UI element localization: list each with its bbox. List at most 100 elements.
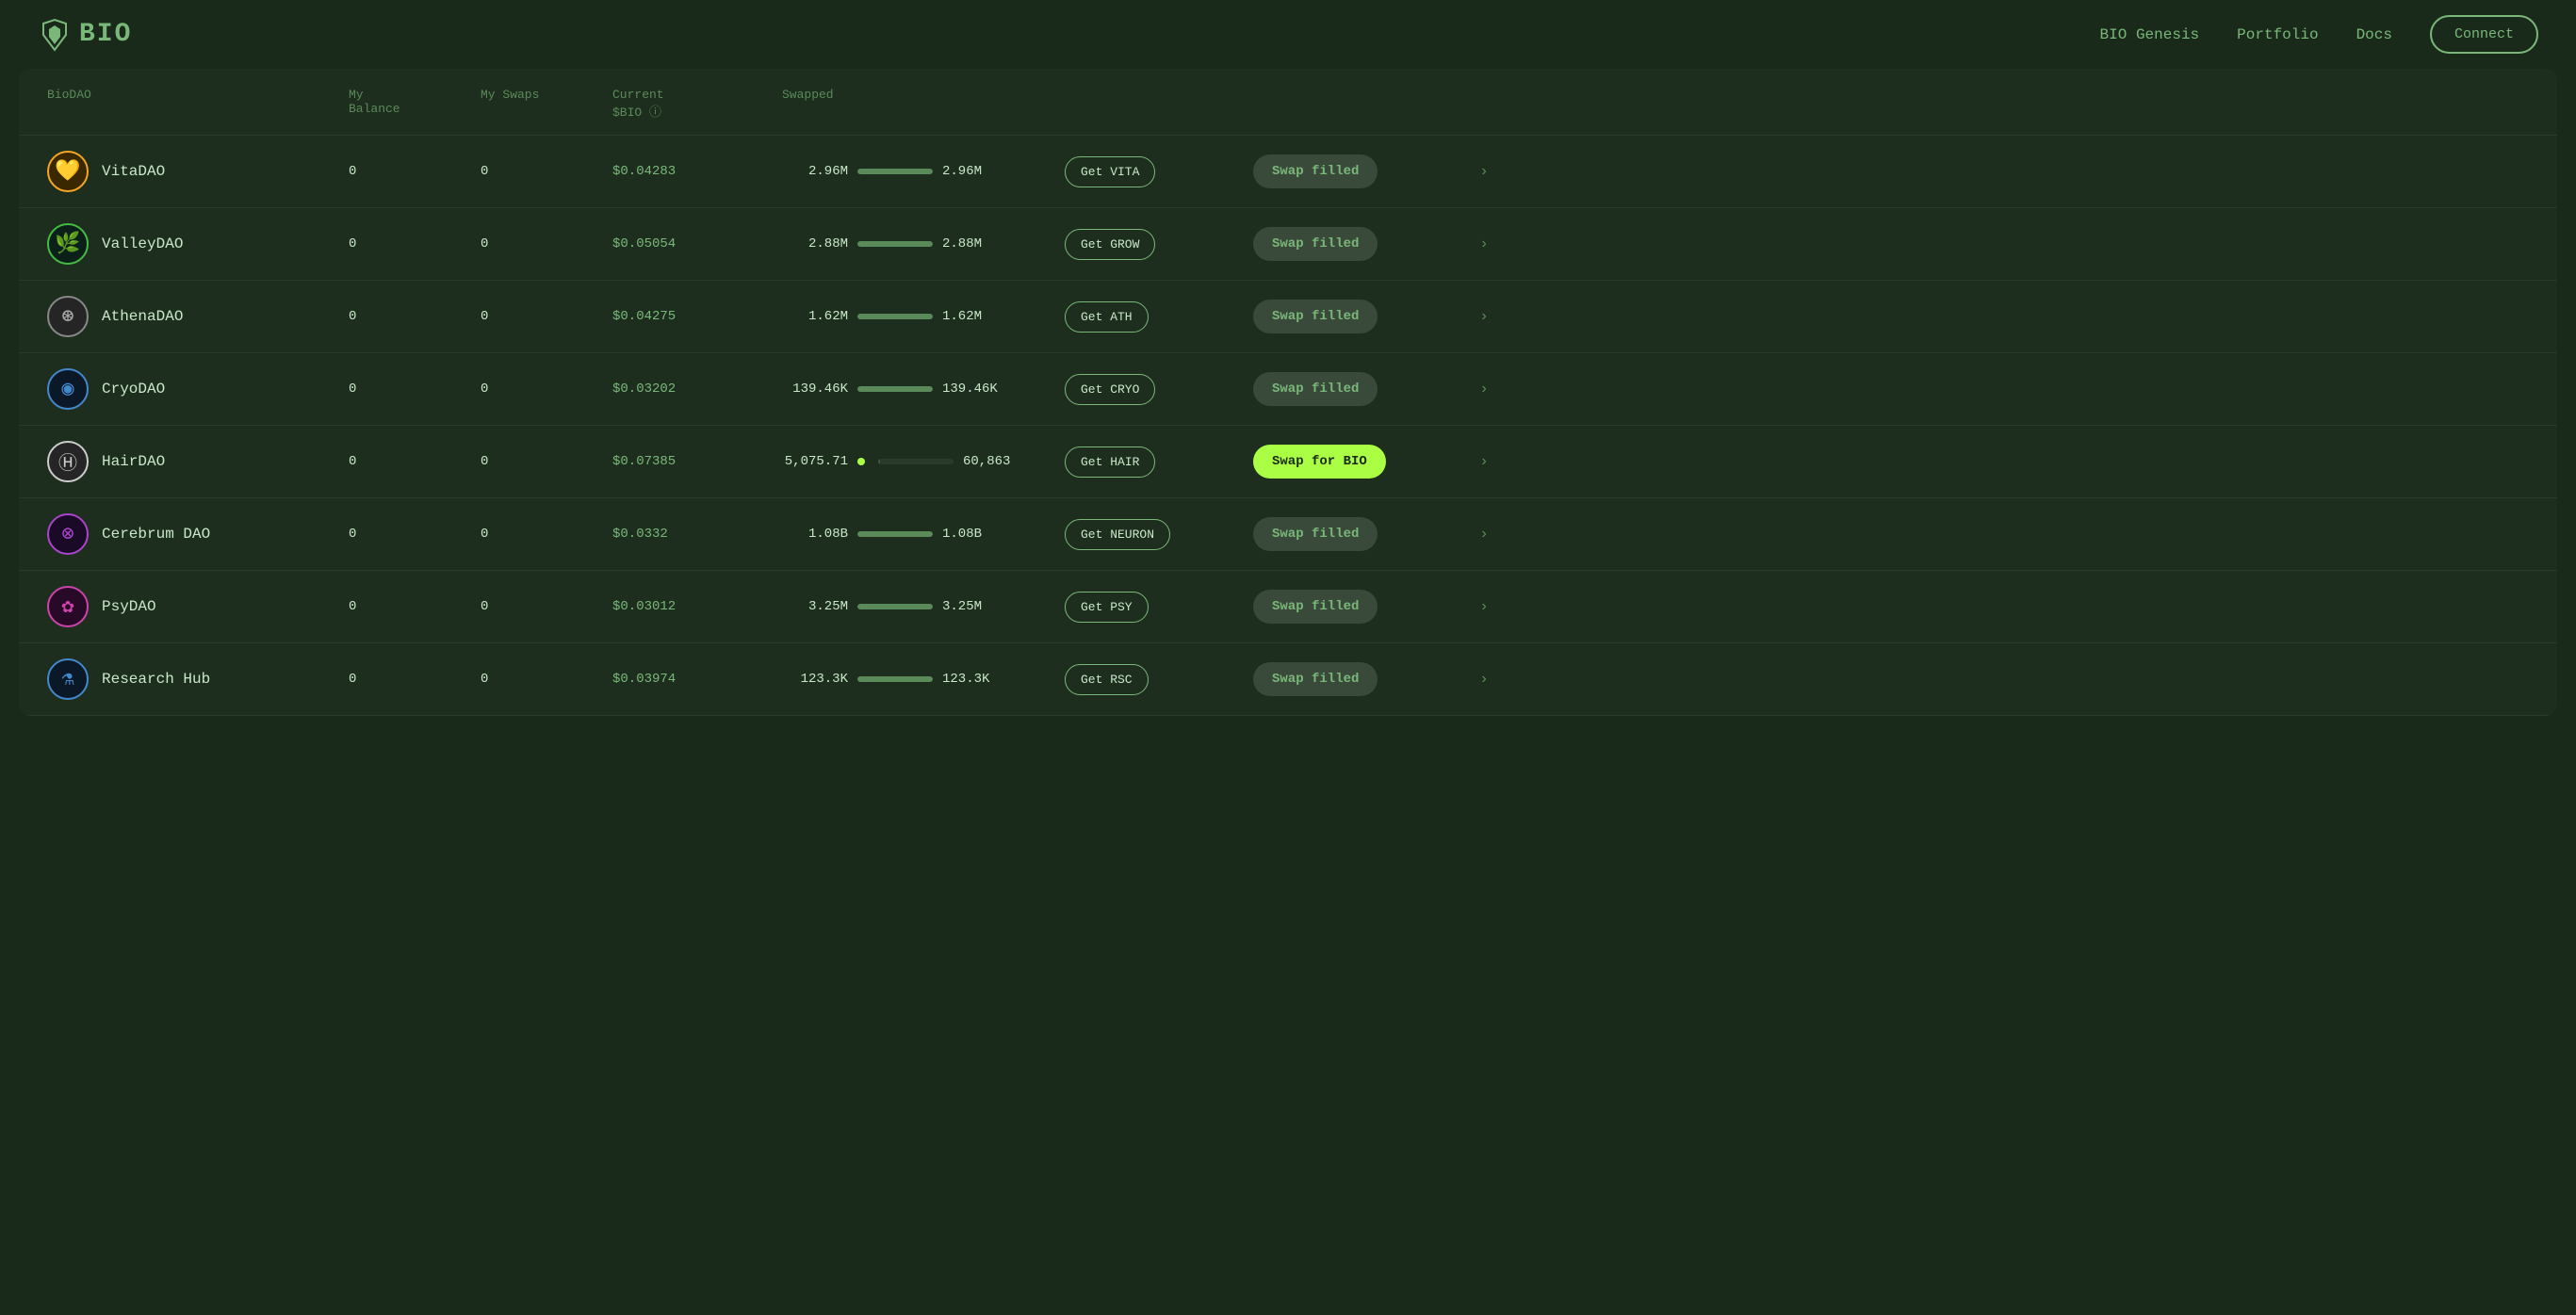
dao-name-hairdao: HairDAO bbox=[102, 453, 165, 470]
chevron-vitadao[interactable]: › bbox=[1460, 163, 1508, 180]
get-btn-cell-researchhub: Get RSC bbox=[1065, 664, 1253, 695]
table-row: 💛 VitaDAO 0 0 $0.04283 2.96M 2.96M Get V… bbox=[19, 136, 2557, 208]
dao-logo-cerebrumdao: ⊗ bbox=[47, 513, 89, 555]
swap-button-valleydao[interactable]: Swap filled bbox=[1253, 227, 1378, 261]
get-btn-cell-athenadao: Get ATH bbox=[1065, 301, 1253, 333]
chevron-researchhub[interactable]: › bbox=[1460, 671, 1508, 688]
amount-right-athenadao: 1.62M bbox=[942, 309, 1008, 324]
swap-btn-cell-athenadao: Swap filled bbox=[1253, 300, 1460, 333]
get-button-athenadao[interactable]: Get ATH bbox=[1065, 301, 1149, 333]
balance-vitadao: 0 bbox=[349, 164, 481, 179]
col-current-bio: Current$BIO ⓘ bbox=[612, 88, 782, 120]
chevron-cerebrumdao[interactable]: › bbox=[1460, 526, 1508, 543]
amount-right-cryodao: 139.46K bbox=[942, 382, 1008, 397]
logo-icon bbox=[38, 18, 72, 52]
table-row: ⚗ Research Hub 0 0 $0.03974 123.3K 123.3… bbox=[19, 643, 2557, 716]
dao-cell-athenadao: ⊛ AthenaDAO bbox=[47, 296, 349, 337]
price-valleydao: $0.05054 bbox=[612, 236, 782, 252]
swap-button-vitadao[interactable]: Swap filled bbox=[1253, 154, 1378, 188]
get-button-cryodao[interactable]: Get CRYO bbox=[1065, 374, 1155, 405]
price-cryodao: $0.03202 bbox=[612, 382, 782, 397]
price-athenadao: $0.04275 bbox=[612, 309, 782, 324]
get-button-researchhub[interactable]: Get RSC bbox=[1065, 664, 1149, 695]
connect-button[interactable]: Connect bbox=[2430, 15, 2538, 54]
table-row: ⊗ Cerebrum DAO 0 0 $0.0332 1.08B 1.08B G… bbox=[19, 498, 2557, 571]
progress-bar-psydao bbox=[857, 604, 933, 609]
get-button-psydao[interactable]: Get PSY bbox=[1065, 592, 1149, 623]
get-btn-cell-cryodao: Get CRYO bbox=[1065, 374, 1253, 405]
nav-bio-genesis[interactable]: BIO Genesis bbox=[2100, 26, 2200, 43]
dao-cell-researchhub: ⚗ Research Hub bbox=[47, 658, 349, 700]
col-swapped: Swapped bbox=[782, 88, 1065, 120]
swap-btn-cell-psydao: Swap filled bbox=[1253, 590, 1460, 624]
progress-fill-cryodao bbox=[857, 386, 933, 392]
amount-left-valleydao: 2.88M bbox=[782, 236, 848, 252]
logo-text: BIO bbox=[79, 20, 132, 49]
balance-athenadao: 0 bbox=[349, 309, 481, 324]
get-button-cerebrumdao[interactable]: Get NEURON bbox=[1065, 519, 1170, 550]
progress-fill-athenadao bbox=[857, 314, 933, 319]
swap-button-researchhub[interactable]: Swap filled bbox=[1253, 662, 1378, 696]
get-btn-cell-psydao: Get PSY bbox=[1065, 592, 1253, 623]
col-empty2 bbox=[1253, 88, 1460, 120]
get-button-valleydao[interactable]: Get GROW bbox=[1065, 229, 1155, 260]
dao-cell-psydao: ✿ PsyDAO bbox=[47, 586, 349, 627]
chevron-hairdao[interactable]: › bbox=[1460, 453, 1508, 470]
get-button-vitadao[interactable]: Get VITA bbox=[1065, 156, 1155, 187]
col-empty1 bbox=[1065, 88, 1253, 120]
amount-right-valleydao: 2.88M bbox=[942, 236, 1008, 252]
balance-hairdao: 0 bbox=[349, 454, 481, 469]
swaps-cerebrumdao: 0 bbox=[481, 527, 612, 542]
swap-btn-cell-vitadao: Swap filled bbox=[1253, 154, 1460, 188]
dao-name-researchhub: Research Hub bbox=[102, 671, 210, 688]
amount-left-hairdao: 5,075.71 bbox=[782, 454, 848, 469]
dao-logo-valleydao: 🌿 bbox=[47, 223, 89, 265]
swap-button-cerebrumdao[interactable]: Swap filled bbox=[1253, 517, 1378, 551]
amount-right-hairdao: 60,863 bbox=[963, 454, 1029, 469]
dao-logo-psydao: ✿ bbox=[47, 586, 89, 627]
swap-button-psydao[interactable]: Swap filled bbox=[1253, 590, 1378, 624]
get-btn-cell-hairdao: Get HAIR bbox=[1065, 446, 1253, 478]
col-my-balance: MyBalance bbox=[349, 88, 481, 120]
progress-bar-researchhub bbox=[857, 676, 933, 682]
col-biodao: BioDAO bbox=[47, 88, 349, 120]
dao-logo-researchhub: ⚗ bbox=[47, 658, 89, 700]
amount-left-researchhub: 123.3K bbox=[782, 672, 848, 687]
swap-button-athenadao[interactable]: Swap filled bbox=[1253, 300, 1378, 333]
get-btn-cell-vitadao: Get VITA bbox=[1065, 156, 1253, 187]
swaps-vitadao: 0 bbox=[481, 164, 612, 179]
price-psydao: $0.03012 bbox=[612, 599, 782, 614]
swaps-valleydao: 0 bbox=[481, 236, 612, 252]
nav-docs[interactable]: Docs bbox=[2356, 26, 2392, 43]
dao-logo-athenadao: ⊛ bbox=[47, 296, 89, 337]
table-row: ◉ CryoDAO 0 0 $0.03202 139.46K 139.46K G… bbox=[19, 353, 2557, 426]
progress-fill-researchhub bbox=[857, 676, 933, 682]
swap-btn-cell-hairdao: Swap for BIO bbox=[1253, 445, 1460, 479]
dao-logo-cryodao: ◉ bbox=[47, 368, 89, 410]
logo: BIO bbox=[38, 18, 132, 52]
swap-btn-cell-researchhub: Swap filled bbox=[1253, 662, 1460, 696]
balance-valleydao: 0 bbox=[349, 236, 481, 252]
swapped-cell-vitadao: 2.96M 2.96M bbox=[782, 164, 1065, 179]
dao-name-cerebrumdao: Cerebrum DAO bbox=[102, 526, 210, 543]
nav-portfolio[interactable]: Portfolio bbox=[2237, 26, 2318, 43]
swaps-researchhub: 0 bbox=[481, 672, 612, 687]
chevron-valleydao[interactable]: › bbox=[1460, 235, 1508, 252]
col-empty3 bbox=[1460, 88, 1508, 120]
chevron-athenadao[interactable]: › bbox=[1460, 308, 1508, 325]
swaps-cryodao: 0 bbox=[481, 382, 612, 397]
progress-bar-vitadao bbox=[857, 169, 933, 174]
progress-fill-psydao bbox=[857, 604, 933, 609]
swap-button-hairdao[interactable]: Swap for BIO bbox=[1253, 445, 1386, 479]
amount-left-cryodao: 139.46K bbox=[782, 382, 848, 397]
chevron-psydao[interactable]: › bbox=[1460, 598, 1508, 615]
amount-right-psydao: 3.25M bbox=[942, 599, 1008, 614]
dao-name-psydao: PsyDAO bbox=[102, 598, 156, 615]
get-button-hairdao[interactable]: Get HAIR bbox=[1065, 446, 1155, 478]
table-row: ✿ PsyDAO 0 0 $0.03012 3.25M 3.25M Get PS… bbox=[19, 571, 2557, 643]
swap-button-cryodao[interactable]: Swap filled bbox=[1253, 372, 1378, 406]
dao-cell-cerebrumdao: ⊗ Cerebrum DAO bbox=[47, 513, 349, 555]
dao-name-valleydao: ValleyDAO bbox=[102, 235, 183, 252]
progress-bar-athenadao bbox=[857, 314, 933, 319]
chevron-cryodao[interactable]: › bbox=[1460, 381, 1508, 398]
